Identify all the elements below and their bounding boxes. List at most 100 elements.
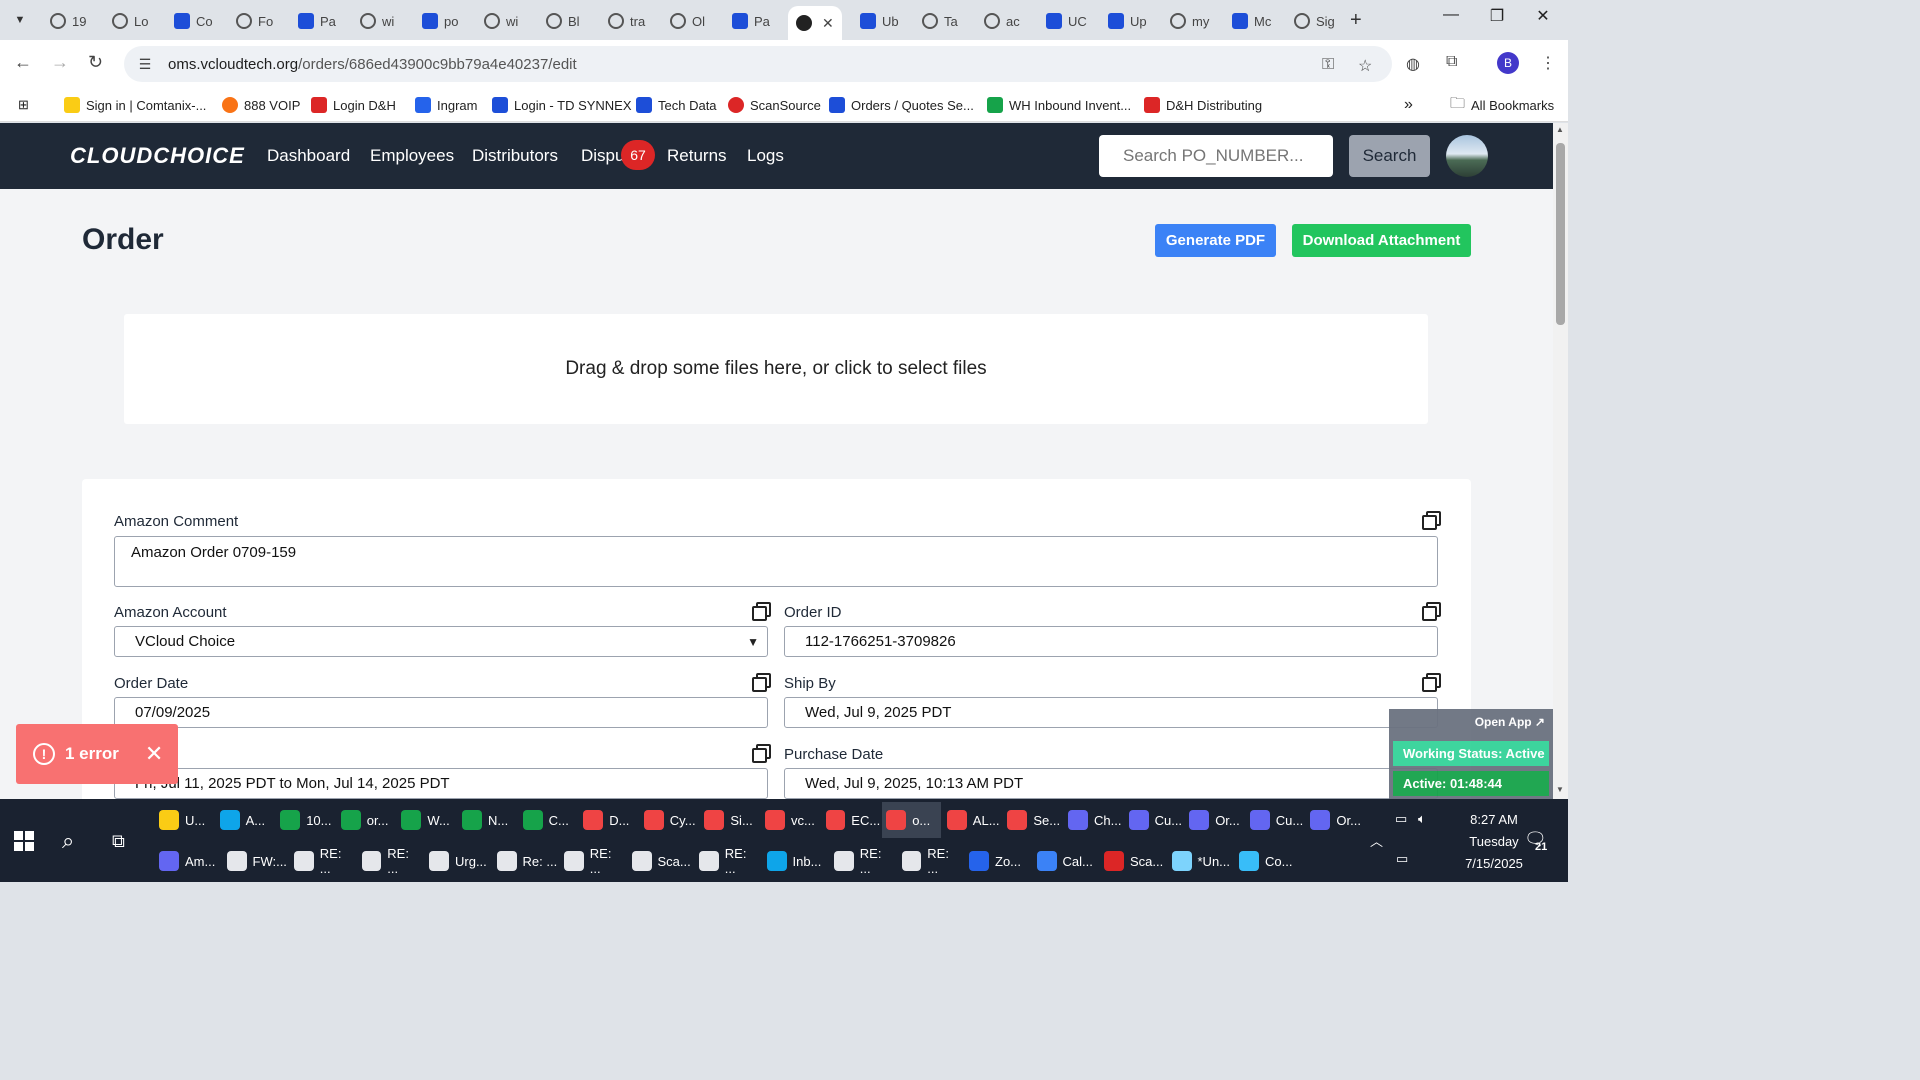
window-close-icon[interactable]: ✕	[1520, 6, 1566, 26]
nav-disputes[interactable]: Dispu	[581, 146, 624, 166]
taskbar-app-button[interactable]: vc...	[761, 802, 820, 838]
browser-tab[interactable]: Pa	[292, 8, 336, 34]
search-button[interactable]: Search	[1349, 135, 1430, 177]
nav-distributors[interactable]: Distributors	[472, 146, 558, 166]
copy-icon[interactable]	[1422, 511, 1441, 530]
purchase-date-field[interactable]: Wed, Jul 9, 2025, 10:13 AM PDT	[784, 768, 1438, 799]
volume-icon[interactable]: 🔈︎	[1418, 811, 1426, 827]
new-tab-plus-icon[interactable]: +	[1350, 9, 1362, 32]
browser-tab[interactable]: 19	[44, 8, 86, 34]
browser-tab[interactable]: ac	[978, 8, 1020, 34]
taskbar-app-button[interactable]: Si...	[700, 802, 759, 838]
windows-start-icon[interactable]	[14, 831, 34, 851]
nav-logs[interactable]: Logs	[747, 146, 784, 166]
bookmark-item[interactable]: D&H Distributing	[1144, 94, 1262, 116]
copy-icon[interactable]	[1422, 673, 1441, 692]
browser-tab-active[interactable]: ✕	[788, 6, 842, 40]
taskbar-app-button[interactable]: Or...	[1306, 802, 1365, 838]
po-search-input[interactable]	[1099, 135, 1333, 177]
taskbar-app-button[interactable]: Ch...	[1064, 802, 1123, 838]
delivery-window-field[interactable]: Fri, Jul 11, 2025 PDT to Mon, Jul 14, 20…	[114, 768, 768, 799]
app-logo[interactable]: CLOUDCHOICE	[70, 143, 245, 169]
apps-grid-icon[interactable]: ⊞	[18, 94, 29, 116]
site-settings-icon[interactable]: ☰	[136, 55, 154, 73]
taskbar-app-button[interactable]: RE: ...	[358, 843, 424, 879]
generate-pdf-button[interactable]: Generate PDF	[1155, 224, 1276, 257]
copy-icon[interactable]	[752, 744, 771, 763]
taskbar-app-button[interactable]: EC...	[822, 802, 880, 838]
minimize-icon[interactable]: —	[1428, 6, 1474, 24]
bookmark-item[interactable]: Login D&H	[311, 94, 396, 116]
password-key-icon[interactable]: ⚿	[1322, 56, 1334, 74]
error-toast[interactable]: ! 1 error ✕	[16, 724, 178, 784]
taskbar-app-button[interactable]: Am...	[155, 843, 221, 879]
copy-icon[interactable]	[752, 673, 771, 692]
taskbar-app-button[interactable]: Zo...	[965, 843, 1031, 879]
taskbar-app-button[interactable]: 10...	[276, 802, 335, 838]
taskbar-app-button[interactable]: FW:...	[223, 843, 289, 879]
taskbar-app-button[interactable]: RE: ...	[898, 843, 964, 879]
restore-icon[interactable]: ❐	[1474, 6, 1520, 26]
amazon-comment-textarea[interactable]: Amazon Order 0709-159	[114, 536, 1438, 587]
scroll-up-arrow-icon[interactable]: ▲	[1556, 125, 1564, 134]
url-text[interactable]: oms.vcloudtech.org/orders/686ed43900c9bb…	[168, 56, 577, 73]
taskbar-app-button[interactable]: Or...	[1185, 802, 1244, 838]
scroll-thumb[interactable]	[1556, 143, 1565, 325]
bookmark-item[interactable]: Sign in | Comtanix-...	[64, 94, 206, 116]
browser-tab[interactable]: tra	[602, 8, 645, 34]
file-dropzone[interactable]: Drag & drop some files here, or click to…	[124, 314, 1428, 424]
taskbar-app-button[interactable]: RE: ...	[560, 843, 626, 879]
bookmark-item[interactable]: Ingram	[415, 94, 477, 116]
taskbar-app-button[interactable]: A...	[216, 802, 275, 838]
taskbar-app-button[interactable]: o...	[882, 802, 941, 838]
bookmark-item[interactable]: ScanSource	[728, 94, 821, 116]
order-id-field[interactable]: 112-1766251-3709826	[784, 626, 1438, 657]
taskbar-app-button[interactable]: Cal...	[1033, 843, 1099, 879]
browser-tab[interactable]: Ta	[916, 8, 958, 34]
forward-arrow-icon[interactable]: →	[51, 52, 69, 73]
more-bookmarks-icon[interactable]: »	[1404, 94, 1413, 116]
browser-menu-icon[interactable]: ⋮	[1540, 53, 1556, 73]
download-attachment-button[interactable]: Download Attachment	[1292, 224, 1471, 257]
taskbar-app-button[interactable]: U...	[155, 802, 214, 838]
close-tab-icon[interactable]: ✕	[822, 15, 834, 32]
network-icon[interactable]: ▭	[1396, 851, 1408, 867]
taskbar-app-button[interactable]: C...	[519, 802, 578, 838]
taskbar-app-button[interactable]: *Un...	[1168, 843, 1234, 879]
browser-tab[interactable]: wi	[478, 8, 518, 34]
browser-tab[interactable]: Fo	[230, 8, 273, 34]
all-bookmarks[interactable]: 🗀 All Bookmarks	[1450, 94, 1554, 116]
tray-chevron-icon[interactable]: ︿	[1370, 831, 1383, 850]
back-arrow-icon[interactable]: ←	[14, 52, 32, 73]
browser-tab[interactable]: Sig	[1288, 8, 1335, 34]
bookmark-item[interactable]: Orders / Quotes Se...	[829, 94, 974, 116]
amazon-account-select[interactable]: VCloud Choice ▼	[114, 626, 768, 657]
nav-dashboard[interactable]: Dashboard	[267, 146, 350, 166]
taskbar-app-button[interactable]: Inb...	[763, 843, 829, 879]
scroll-down-arrow-icon[interactable]: ▼	[1556, 785, 1564, 794]
taskbar-app-button[interactable]: D...	[579, 802, 638, 838]
page-scrollbar[interactable]: ▲ ▼	[1553, 123, 1568, 799]
browser-tab[interactable]: Ol	[664, 8, 705, 34]
browser-tab[interactable]: my	[1164, 8, 1209, 34]
taskbar-app-button[interactable]: W...	[397, 802, 456, 838]
browser-tab[interactable]: Bl	[540, 8, 580, 34]
taskbar-app-button[interactable]: or...	[337, 802, 396, 838]
taskbar-app-button[interactable]: Cu...	[1246, 802, 1305, 838]
copy-icon[interactable]	[752, 602, 771, 621]
taskbar-app-button[interactable]: RE: ...	[695, 843, 761, 879]
bookmark-item[interactable]: Tech Data	[636, 94, 717, 116]
taskbar-app-button[interactable]: Sca...	[628, 843, 694, 879]
taskbar-app-button[interactable]: Cy...	[640, 802, 699, 838]
open-app-link[interactable]: Open App ↗	[1475, 715, 1545, 729]
copy-icon[interactable]	[1422, 602, 1441, 621]
browser-tab[interactable]: UC	[1040, 8, 1087, 34]
taskbar-app-button[interactable]: Urg...	[425, 843, 491, 879]
system-clock[interactable]: 8:27 AM Tuesday 7/15/2025	[1462, 809, 1526, 875]
extensions-puzzle-icon[interactable]: ⧉	[1446, 53, 1457, 71]
browser-tab[interactable]: Co	[168, 8, 213, 34]
taskbar-app-button[interactable]: Re: ...	[493, 843, 559, 879]
reload-icon[interactable]: ↻	[88, 52, 103, 73]
taskbar-app-button[interactable]: N...	[458, 802, 517, 838]
task-view-icon[interactable]: ⧉	[112, 831, 125, 852]
